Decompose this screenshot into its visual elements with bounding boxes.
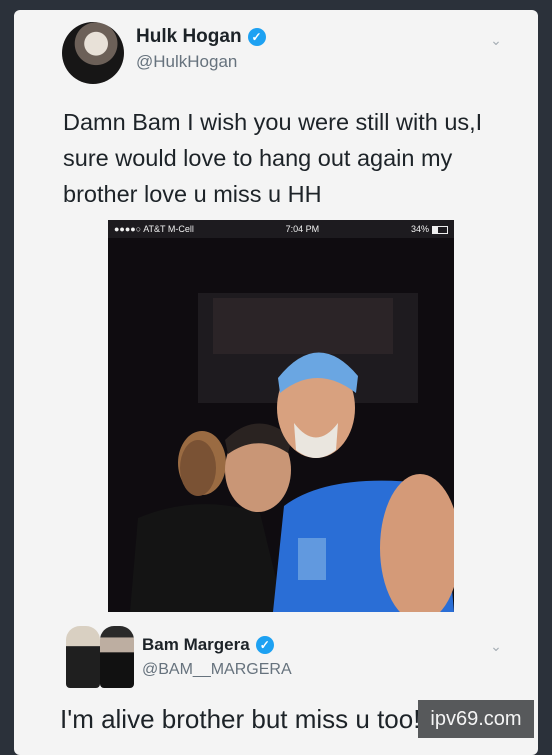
hulk-hogan-avatar[interactable] <box>62 22 124 84</box>
tweet1-handle[interactable]: @HulkHogan <box>136 52 237 72</box>
embedded-phone-screenshot: ●●●●○ AT&T M-Cell 7:04 PM 34% <box>108 220 454 612</box>
verified-badge-icon: ✓ <box>247 28 266 46</box>
time-label: 7:04 PM <box>285 224 320 234</box>
carrier-label: ●●●●○ AT&T M-Cell <box>114 224 194 234</box>
chevron-down-icon[interactable]: ⌄ <box>486 638 506 654</box>
chevron-down-icon[interactable]: ⌄ <box>486 32 506 48</box>
battery-icon <box>432 225 448 234</box>
watermark: ipv69.com <box>418 700 534 738</box>
status-bar: ●●●●○ AT&T M-Cell 7:04 PM 34% <box>108 220 454 238</box>
bam-margera-avatar[interactable] <box>62 624 136 690</box>
tweet2-author-name[interactable]: Bam Margera <box>142 635 250 655</box>
avatar-figure-right <box>100 626 134 688</box>
tweet1-author-name[interactable]: Hulk Hogan <box>136 26 242 48</box>
tweet2-text: I'm alive brother but miss u too! <box>60 704 421 734</box>
avatar-figure-left <box>66 626 100 688</box>
tweet-card: Hulk Hogan ✓ @HulkHogan ⌄ Damn Bam I wis… <box>14 10 538 755</box>
tweet1-author[interactable]: Hulk Hogan ✓ <box>136 26 266 48</box>
photo-image <box>108 238 454 612</box>
tweet2-handle[interactable]: @BAM__MARGERA <box>142 661 292 679</box>
verified-badge-icon: ✓ <box>255 636 274 654</box>
battery-label: 34% <box>411 224 448 234</box>
tweet1-text: Damn Bam I wish you were still with us,I… <box>63 109 483 207</box>
tweet2-author[interactable]: Bam Margera ✓ <box>142 635 274 655</box>
